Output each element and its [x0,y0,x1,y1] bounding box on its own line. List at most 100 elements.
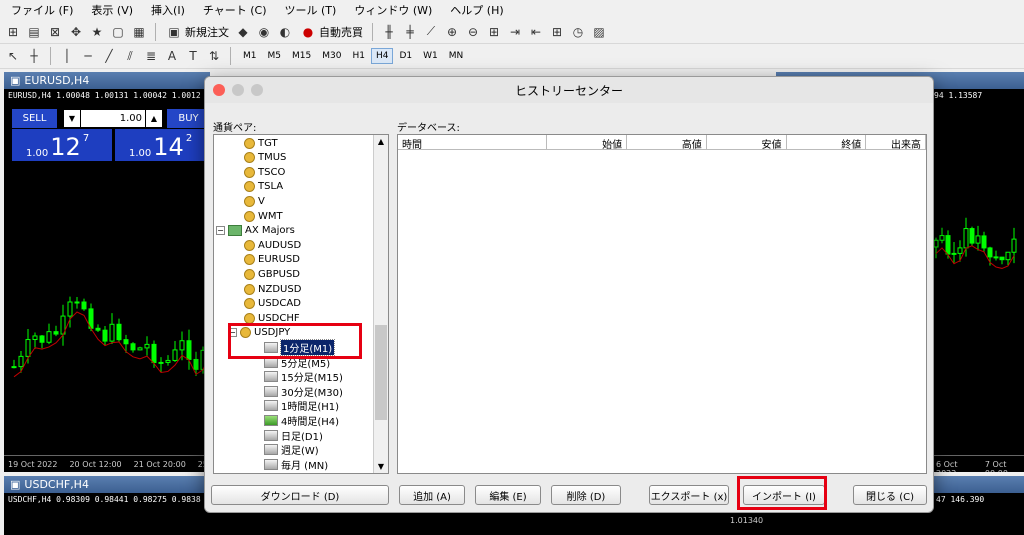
timeframe-m15[interactable]: M15 [287,48,316,64]
database-grid[interactable]: 時間 始値 高値 安値 終値 出来高 [397,134,927,474]
vertical-line-icon[interactable]: │ [58,47,76,65]
tree-item[interactable]: TSLA [244,180,283,194]
menu-item[interactable]: ツール (T) [276,2,346,18]
candlestick-icon[interactable]: ╪ [401,23,419,41]
timeframe-m1[interactable]: M1 [238,48,262,64]
symbols-tree[interactable]: ▲ ▼ TGT TMUS TSCO TSLA V WMT − AX Majors AUDUSD E… [213,134,389,474]
signals-icon[interactable]: ◉ [255,23,273,41]
timeframe-w1[interactable]: W1 [418,48,443,64]
fibonacci-icon[interactable]: ≣ [142,47,160,65]
menu-item[interactable]: 挿入(I) [142,2,194,18]
terminal-icon[interactable]: ▢ [109,23,127,41]
tile-windows-icon[interactable]: ⊞ [485,23,503,41]
auto-trade-icon: ● [302,24,314,39]
usdchf-chart[interactable]: ▣ USDCHF,H4 USDCHF,H4 0.98309 0.98441 0.9… [4,476,210,535]
add-button[interactable]: 追加 (A) [399,485,465,505]
timeframe-m30[interactable]: M30 [317,48,346,64]
minimize-window-icon[interactable] [232,84,244,96]
close-button[interactable]: 閉じる (C) [853,485,927,505]
candle-body [987,247,993,258]
timeframe-mn[interactable]: MN [444,48,469,64]
new-order-button[interactable]: ▣ 新規注文 [163,23,231,41]
zoom-out-icon[interactable]: ⊖ [464,23,482,41]
market-icon[interactable]: ◐ [276,23,294,41]
arrows-icon[interactable]: ⇅ [205,47,223,65]
equidistant-channel-icon[interactable]: ⫽ [121,47,139,65]
column-header[interactable]: 時間 [398,135,548,151]
zoom-in-icon[interactable]: ⊕ [443,23,461,41]
tree-item[interactable]: WMT [244,209,283,223]
text-label-icon[interactable]: T [184,47,202,65]
indicators-icon[interactable]: ⊞ [548,23,566,41]
export-button[interactable]: エクスポート (x) [649,485,729,505]
menu-item[interactable]: ウィンドウ (W) [345,2,441,18]
tree-item[interactable]: NZDUSD [244,282,301,296]
bar-chart-icon[interactable]: ╫ [380,23,398,41]
menu-item[interactable]: ヘルプ (H) [441,2,512,18]
periods-icon[interactable]: ◷ [569,23,587,41]
tree-item[interactable]: EURUSD [244,253,300,267]
column-header[interactable]: 始値 [547,135,628,151]
eurusd-chart[interactable]: ▣ EURUSD,H4 EURUSD,H4 1.00048 1.00131 1.0… [4,72,210,472]
tree-item[interactable]: USDCAD [244,297,301,311]
tree-item[interactable]: 4時間足(H4) [264,413,339,428]
history-data-icon [264,414,278,426]
tree-item[interactable]: 毎月 (MN) [264,457,328,472]
scroll-thumb[interactable] [375,325,387,420]
tree-item[interactable]: V [244,194,265,208]
scroll-down-icon[interactable]: ▼ [374,460,388,473]
timeframe-d1[interactable]: D1 [394,48,417,64]
chart-window-icon: ▣ [10,478,21,491]
navigator-icon[interactable]: ★ [88,23,106,41]
timeframe-h4[interactable]: H4 [370,48,394,64]
profiles-icon[interactable]: ▤ [25,23,43,41]
tree-item[interactable]: 1時間足(H1) [264,399,339,413]
column-header[interactable]: 高値 [627,135,707,151]
new-chart-icon[interactable]: ⊞ [4,23,22,41]
tree-item[interactable]: 週足(W) [264,443,319,457]
scroll-up-icon[interactable]: ▲ [374,135,388,148]
tree-item[interactable]: TGT [244,136,278,150]
history-center-dialog: ヒストリーセンター 通貨ペア: データベース: ▲ ▼ TGT TMUS TSCO T… [204,76,934,513]
menu-item[interactable]: ファイル (F) [2,2,82,18]
candlestick-plot [11,296,210,378]
download-button[interactable]: ダウンロード (D) [211,485,389,505]
auto-trade-button[interactable]: ● 自動売買 [297,23,365,41]
column-header[interactable]: 安値 [707,135,787,151]
tree-item[interactable]: 日足(D1) [264,428,323,443]
templates-icon[interactable]: ▨ [590,23,608,41]
tree-item[interactable]: GBPUSD [244,267,300,281]
tree-item[interactable]: TSCO [244,165,285,179]
close-window-icon[interactable] [213,84,225,96]
collapse-icon[interactable]: − [216,226,225,236]
tree-item[interactable]: AUDUSD [244,238,301,252]
text-icon[interactable]: A [163,47,181,65]
line-chart-icon[interactable]: ⟋ [422,23,440,41]
tree-item[interactable]: TMUS [244,151,286,165]
metaeditor-icon[interactable]: ◆ [234,23,252,41]
horizontal-line-icon[interactable]: ─ [79,47,97,65]
tree-item-label: AX Majors [245,225,295,237]
market-watch-icon[interactable]: ⊠ [46,23,64,41]
chart-shift-icon[interactable]: ⇤ [527,23,545,41]
trendline-icon[interactable]: ╱ [100,47,118,65]
tree-item[interactable]: 30分足(M30) [264,384,343,399]
menu-item[interactable]: チャート (C) [194,2,276,18]
tree-item[interactable]: 15分足(M15) [264,370,343,384]
timeframe-m5[interactable]: M5 [263,48,287,64]
autoscroll-icon[interactable]: ⇥ [506,23,524,41]
cursor-icon[interactable]: ↖ [4,47,22,65]
column-header[interactable]: 終値 [787,135,867,151]
maximize-window-icon[interactable] [251,84,263,96]
tree-scrollbar[interactable]: ▲ ▼ [373,135,388,473]
tree-item[interactable]: − AX Majors [216,224,295,238]
crosshair-icon[interactable]: ✥ [67,23,85,41]
tester-icon[interactable]: ▦ [130,23,148,41]
crosshair-tool-icon[interactable]: ┼ [25,47,43,65]
bottom-middle-chart[interactable]: 1.01340 [210,513,776,535]
delete-button[interactable]: 削除 (D) [551,485,621,505]
column-header[interactable]: 出来高 [866,135,926,151]
edit-button[interactable]: 編集 (E) [475,485,541,505]
menu-item[interactable]: 表示 (V) [82,2,142,18]
timeframe-h1[interactable]: H1 [347,48,370,64]
